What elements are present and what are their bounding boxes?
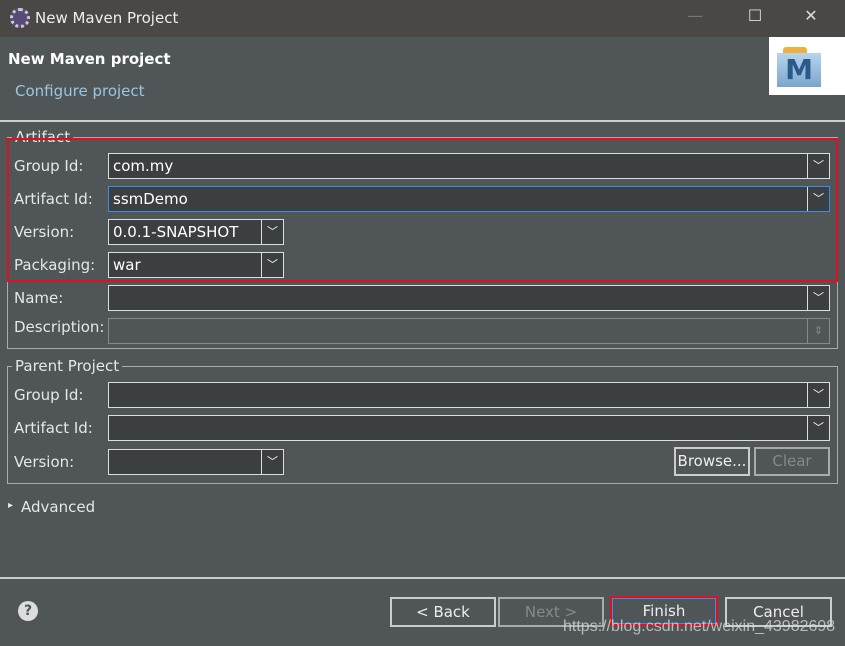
chevron-down-icon[interactable]: ﹀ xyxy=(807,286,829,310)
clear-button[interactable]: Clear xyxy=(754,447,830,476)
advanced-toggle[interactable]: Advanced xyxy=(21,498,95,516)
version-combo[interactable]: 0.0.1-SNAPSHOT ﹀ xyxy=(108,219,284,245)
group-id-value: com.my xyxy=(113,157,174,175)
description-label: Description: xyxy=(14,318,105,336)
parent-artifact-id-label: Artifact Id: xyxy=(14,419,93,437)
artifact-id-label: Artifact Id: xyxy=(14,190,93,208)
parent-group-id-label: Group Id: xyxy=(14,386,84,404)
title-bar: New Maven Project — ☐ ✕ xyxy=(0,0,845,37)
chevron-down-icon[interactable]: ﹀ xyxy=(261,220,283,244)
group-id-label: Group Id: xyxy=(14,157,84,175)
parent-version-label: Version: xyxy=(14,453,75,471)
chevron-down-icon[interactable]: ﹀ xyxy=(807,416,829,440)
chevron-down-icon[interactable]: ﹀ xyxy=(261,253,283,277)
chevron-down-icon[interactable]: ﹀ xyxy=(261,450,283,474)
packaging-label: Packaging: xyxy=(14,256,96,274)
footer-separator xyxy=(0,577,845,579)
artifact-id-combo[interactable]: ssmDemo ﹀ xyxy=(108,186,830,212)
version-value: 0.0.1-SNAPSHOT xyxy=(113,223,239,241)
eclipse-icon xyxy=(10,8,30,28)
parent-legend: Parent Project xyxy=(12,357,123,375)
back-button[interactable]: < Back xyxy=(390,597,496,627)
version-label: Version: xyxy=(14,223,75,241)
packaging-combo[interactable]: war ﹀ xyxy=(108,252,284,278)
artifact-id-value: ssmDemo xyxy=(113,190,188,208)
group-id-combo[interactable]: com.my ﹀ xyxy=(108,153,830,179)
maximize-button[interactable]: ☐ xyxy=(740,6,770,32)
parent-group-id-combo[interactable]: ﹀ xyxy=(108,382,830,408)
parent-artifact-id-combo[interactable]: ﹀ xyxy=(108,415,830,441)
scrollbar[interactable]: ⇕ xyxy=(807,319,829,343)
window-title: New Maven Project xyxy=(35,9,179,27)
close-button[interactable]: ✕ xyxy=(796,6,826,32)
chevron-down-icon[interactable]: ﹀ xyxy=(807,154,829,178)
header-separator xyxy=(0,120,845,122)
page-subtitle: Configure project xyxy=(15,82,145,100)
name-label: Name: xyxy=(14,289,64,307)
description-input[interactable]: ⇕ xyxy=(108,318,830,344)
help-icon[interactable]: ? xyxy=(18,601,38,621)
chevron-down-icon[interactable]: ﹀ xyxy=(807,383,829,407)
minimize-button[interactable]: — xyxy=(680,6,710,32)
chevron-right-icon[interactable]: ▸ xyxy=(8,500,13,511)
chevron-down-icon[interactable]: ﹀ xyxy=(807,187,829,211)
name-combo[interactable]: ﹀ xyxy=(108,285,830,311)
watermark: https://blog.csdn.net/weixin_43982698 xyxy=(563,618,836,635)
page-title: New Maven project xyxy=(8,50,171,68)
browse-button[interactable]: Browse... xyxy=(674,447,750,476)
parent-version-combo[interactable]: ﹀ xyxy=(108,449,284,475)
maven-logo: M xyxy=(769,37,845,95)
packaging-value: war xyxy=(113,256,141,274)
